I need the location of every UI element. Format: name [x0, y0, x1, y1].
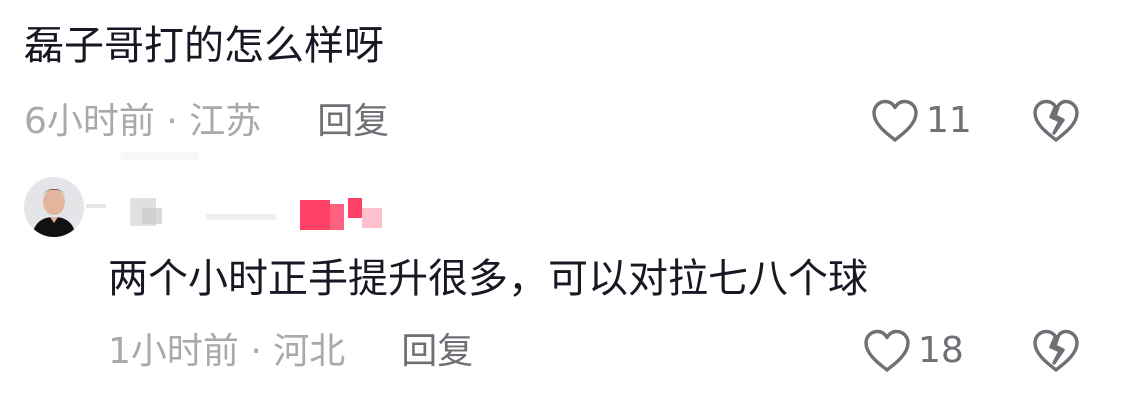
faded-divider	[120, 152, 200, 160]
comment-2-meta: 1小时前 · 河北 回复	[108, 334, 473, 370]
comment-1-like-count: 11	[926, 100, 972, 141]
comment-2-time-location: 1小时前 · 河北	[108, 331, 346, 372]
comment-2-text: 两个小时正手提升很多，可以对拉七八个球	[108, 256, 868, 302]
broken-heart-icon	[1033, 329, 1079, 372]
comment-2-like-count: 18	[918, 330, 964, 371]
comment-1-meta: 6小时前 · 江苏 回复	[24, 104, 389, 140]
comment-2-reply-button[interactable]: 回复	[401, 334, 473, 370]
comment-1-like-button[interactable]: 11	[870, 99, 972, 143]
comment-2-like-button[interactable]: 18	[862, 329, 964, 373]
comment-1-dislike-button[interactable]	[1030, 99, 1082, 147]
comment-1-text: 磊子哥打的怎么样呀	[24, 23, 384, 69]
avatar[interactable]	[24, 177, 84, 237]
broken-heart-icon	[1033, 99, 1079, 142]
username-censored[interactable]	[86, 190, 406, 238]
person-photo-icon	[24, 177, 84, 237]
censor-blur-icon	[86, 198, 382, 230]
heart-outline-icon	[872, 99, 918, 142]
comment-1-reply-button[interactable]: 回复	[317, 104, 389, 140]
comment-1-time-location: 6小时前 · 江苏	[24, 101, 262, 142]
heart-outline-icon	[864, 329, 910, 372]
comment-2-dislike-button[interactable]	[1030, 329, 1082, 377]
